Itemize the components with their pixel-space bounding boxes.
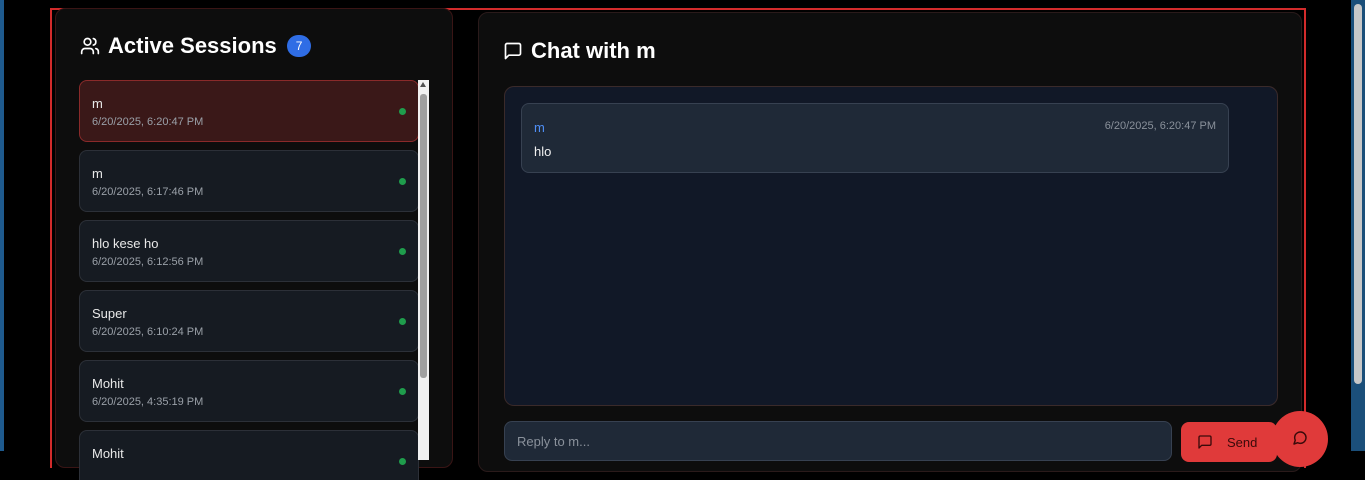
online-status-dot	[399, 248, 406, 255]
session-list-scroll-thumb[interactable]	[420, 94, 427, 378]
session-item[interactable]: Mohit	[79, 430, 419, 480]
users-icon	[80, 36, 100, 56]
session-time: 6/20/2025, 6:10:24 PM	[92, 326, 204, 338]
session-time: 6/20/2025, 6:20:47 PM	[92, 116, 204, 128]
chat-title: Chat with m	[531, 38, 656, 63]
window-edge	[0, 0, 4, 451]
message-text: hlo	[534, 144, 552, 159]
online-status-dot	[399, 108, 406, 115]
message-square-icon	[1197, 434, 1213, 450]
message-square-icon	[503, 41, 523, 61]
online-status-dot	[399, 458, 406, 465]
send-button[interactable]: Send	[1181, 422, 1277, 462]
session-name: Mohit	[92, 446, 124, 461]
online-status-dot	[399, 388, 406, 395]
session-time: 6/20/2025, 4:35:19 PM	[92, 396, 204, 408]
message-bubble: m 6/20/2025, 6:20:47 PM hlo	[521, 103, 1229, 173]
reply-input[interactable]	[504, 421, 1172, 461]
session-list: m 6/20/2025, 6:20:47 PM m 6/20/2025, 6:1…	[79, 80, 419, 480]
message-sender: m	[534, 120, 545, 135]
chat-panel: Chat with m m 6/20/2025, 6:20:47 PM hlo …	[478, 12, 1302, 472]
send-button-label: Send	[1227, 434, 1258, 450]
scroll-up-arrow-icon[interactable]	[420, 82, 426, 87]
session-item[interactable]: Super 6/20/2025, 6:10:24 PM	[79, 290, 419, 352]
session-time: 6/20/2025, 6:12:56 PM	[92, 256, 204, 268]
session-item[interactable]: m 6/20/2025, 6:17:46 PM	[79, 150, 419, 212]
chat-header: Chat with m	[503, 38, 656, 64]
page-scrollbar[interactable]	[1351, 0, 1365, 451]
messages-area: m 6/20/2025, 6:20:47 PM hlo	[504, 86, 1278, 406]
sessions-panel: Active Sessions 7 m 6/20/2025, 6:20:47 P…	[55, 8, 453, 480]
session-name: m	[92, 166, 103, 181]
session-list-scrollbar[interactable]	[418, 80, 429, 460]
online-status-dot	[399, 318, 406, 325]
message-timestamp: 6/20/2025, 6:20:47 PM	[1104, 120, 1216, 132]
session-time: 6/20/2025, 6:17:46 PM	[92, 186, 204, 198]
session-item[interactable]: hlo kese ho 6/20/2025, 6:12:56 PM	[79, 220, 419, 282]
session-count-badge: 7	[286, 35, 312, 57]
chat-fab-button[interactable]	[1272, 411, 1328, 467]
session-name: hlo kese ho	[92, 236, 159, 251]
message-circle-icon	[1292, 430, 1308, 446]
session-name: Mohit	[92, 376, 124, 391]
session-item[interactable]: m 6/20/2025, 6:20:47 PM	[79, 80, 419, 142]
sessions-title: Active Sessions	[108, 33, 277, 58]
page-scroll-thumb[interactable]	[1354, 4, 1362, 384]
sessions-header: Active Sessions 7	[80, 33, 312, 59]
online-status-dot	[399, 178, 406, 185]
session-name: Super	[92, 306, 127, 321]
session-item[interactable]: Mohit 6/20/2025, 4:35:19 PM	[79, 360, 419, 422]
session-name: m	[92, 96, 103, 111]
